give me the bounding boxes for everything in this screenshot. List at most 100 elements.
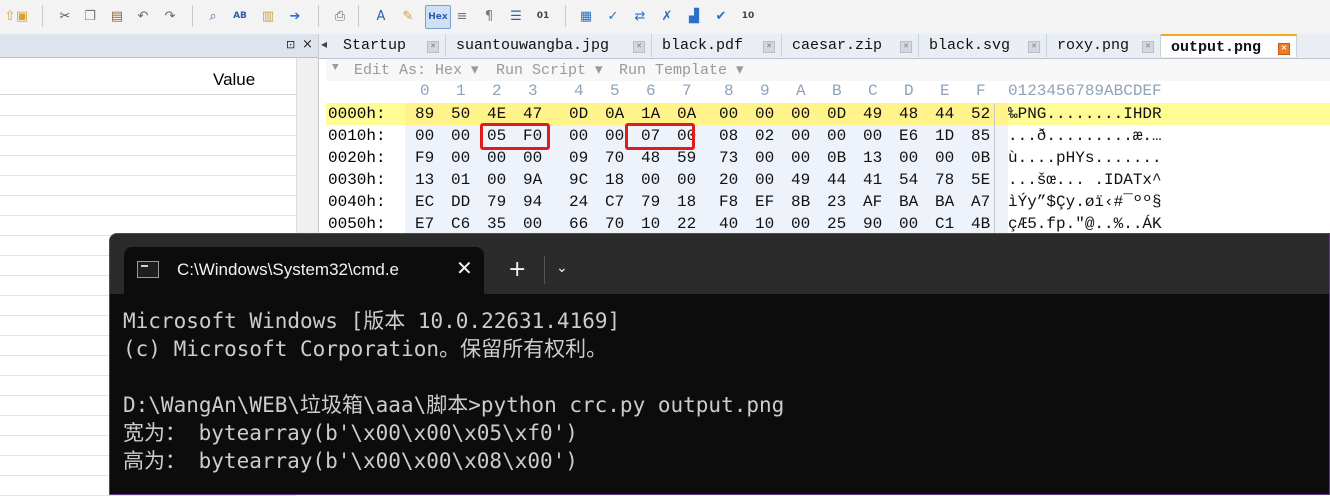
hex-byte[interactable]: 00 [569,127,588,145]
hex-row[interactable]: 0040h: EC DD 79 94 24 C7 79 18 F8 EF 8B 23 AF BA BA A7 ìÝ… [326,191,1330,213]
hex-byte[interactable]: E6 [899,127,918,145]
hex-byte[interactable]: 89 [415,105,434,123]
hex-byte[interactable]: 79 [641,193,660,211]
terminal-output[interactable]: Microsoft Windows [版本 10.0.22631.4169] (c… [123,307,784,475]
hex-byte[interactable]: 48 [641,149,660,167]
close-icon[interactable]: × [302,37,313,52]
inspector-row[interactable] [0,135,296,156]
hex-byte[interactable]: C6 [451,215,470,233]
hex-byte[interactable]: BA [899,193,918,211]
word-wrap-icon[interactable]: ≡ [452,5,472,27]
hex-byte[interactable]: 00 [719,105,738,123]
hex-byte[interactable]: 10 [755,215,774,233]
hex-byte[interactable]: 52 [971,105,990,123]
hex-byte[interactable]: 00 [523,215,542,233]
goto-icon[interactable]: ➔ [285,5,305,27]
tab-black-svg[interactable]: black.svg ✕ [919,34,1047,57]
hex-byte[interactable]: 5E [971,171,990,189]
inspector-row[interactable] [0,115,296,136]
hex-byte[interactable]: 54 [899,171,918,189]
hex-byte[interactable]: EF [755,193,774,211]
hex-byte[interactable]: DD [451,193,470,211]
chart-icon[interactable]: ▟ [684,5,704,27]
hex-byte[interactable]: EC [415,193,434,211]
undo-icon[interactable]: ↶ [133,5,153,27]
hex-byte[interactable]: 49 [791,171,810,189]
hex-byte[interactable]: 00 [523,149,542,167]
hex-byte[interactable]: 4B [971,215,990,233]
tab-black-pdf[interactable]: black.pdf ✕ [652,34,782,57]
ascii-text[interactable]: ...šœ... .IDATx^ [1008,171,1162,189]
hex-byte[interactable]: 10 [641,215,660,233]
hex-byte[interactable]: BA [935,193,954,211]
hex-byte[interactable]: 35 [487,215,506,233]
inspector-row[interactable] [0,155,296,176]
tab-close-icon[interactable]: ✕ [900,41,912,53]
hex-byte[interactable]: 22 [677,215,696,233]
hex-byte[interactable]: 00 [791,127,810,145]
find-in-files-icon[interactable]: ▥ [258,5,278,27]
hex-byte[interactable]: 00 [487,149,506,167]
hex-byte[interactable]: 08 [719,127,738,145]
hex-byte[interactable]: 0D [569,105,588,123]
copy-icon[interactable]: ❐ [80,5,100,27]
run-script-menu[interactable]: Run Script ▾ [496,60,603,79]
hex-byte[interactable]: 23 [827,193,846,211]
pin-icon[interactable]: ⊡ [286,38,295,51]
hex-byte[interactable]: 66 [569,215,588,233]
hex-row[interactable]: 0050h: E7 C6 35 00 66 70 10 22 40 10 00 25 90 00 C1 4B çÆ… [326,213,1330,235]
hex-byte[interactable]: C7 [605,193,624,211]
find-icon[interactable]: ⌕ [203,5,223,27]
hex-byte[interactable]: 01 [451,171,470,189]
hex-byte[interactable]: 02 [755,127,774,145]
inspector-row[interactable] [0,195,296,216]
hex-byte[interactable]: 48 [899,105,918,123]
value-column-label[interactable]: Value [213,70,255,90]
hex-byte[interactable]: A7 [971,193,990,211]
hex-byte[interactable]: 18 [605,171,624,189]
hex-byte[interactable]: 20 [719,171,738,189]
print-icon[interactable]: ⎙ [330,5,350,27]
hex-byte[interactable]: F8 [719,193,738,211]
hex-byte[interactable]: 4E [487,105,506,123]
redo-icon[interactable]: ↷ [160,5,180,27]
open-folder-icon[interactable]: ▣ [12,5,32,27]
tab-close-icon[interactable]: ✕ [1278,43,1290,55]
tools-icon[interactable]: ✗ [657,5,677,27]
hex-byte[interactable]: 8B [791,193,810,211]
hex-byte[interactable]: 00 [791,215,810,233]
hex-byte[interactable]: 59 [677,149,696,167]
close-tab-icon[interactable]: ✕ [456,256,473,280]
hex-byte[interactable]: 00 [415,127,434,145]
hex-byte[interactable]: 70 [605,215,624,233]
binary-icon[interactable]: 01 [533,5,553,27]
hex-byte[interactable]: 24 [569,193,588,211]
hex-byte[interactable]: 50 [451,105,470,123]
hex-byte[interactable]: 0B [827,149,846,167]
ascii-text[interactable]: ‰PNG........IHDR [1008,105,1162,123]
hex-byte[interactable]: 78 [935,171,954,189]
tab-close-icon[interactable]: ✕ [1028,41,1040,53]
checklist-icon[interactable]: ✔ [711,5,731,27]
hex-byte[interactable]: 25 [827,215,846,233]
hex-byte[interactable]: 00 [451,149,470,167]
inspector-row[interactable] [0,175,296,196]
show-spaces-icon[interactable]: ¶ [479,5,499,27]
ascii-text[interactable]: çÆ5.fp."@..%..ÁK [1008,215,1162,233]
run-template-menu[interactable]: Run Template ▾ [619,60,744,79]
hex-byte[interactable]: 00 [641,171,660,189]
hex-byte[interactable]: 85 [971,127,990,145]
hex-byte[interactable]: 13 [415,171,434,189]
tab-roxy-png[interactable]: roxy.png ✕ [1047,34,1161,57]
hex-byte[interactable]: 0A [605,105,624,123]
tab-close-icon[interactable]: ✕ [1142,41,1154,53]
calculator-icon[interactable]: ▦ [576,5,596,27]
tabs-scroll-left-icon[interactable]: ◂ [321,37,327,51]
compare-icon[interactable]: ⇄ [630,5,650,27]
hex-byte[interactable]: 70 [605,149,624,167]
terminal-tab[interactable]: C:\Windows\System32\cmd.e ✕ [124,247,484,294]
hex-byte[interactable]: 18 [677,193,696,211]
hex-row[interactable]: 0020h: F9 00 00 00 09 70 48 59 73 00 00 0B 13 00 00 0B ù.… [326,147,1330,169]
hex-byte[interactable]: 00 [827,127,846,145]
hex-byte[interactable]: C1 [935,215,954,233]
